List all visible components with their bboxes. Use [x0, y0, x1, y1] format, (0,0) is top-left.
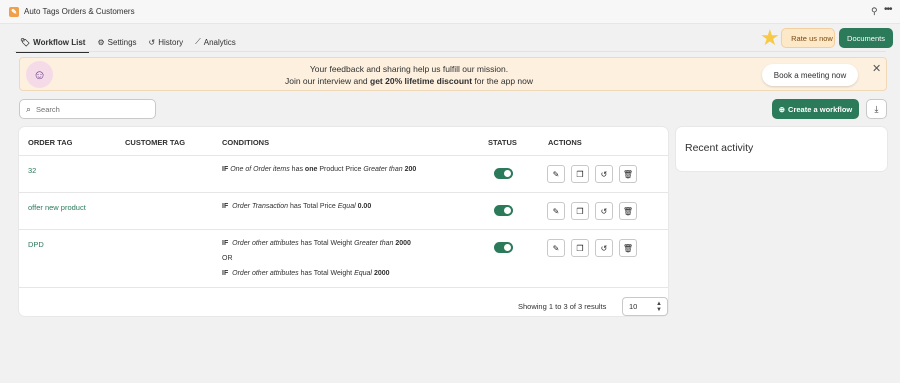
history-button[interactable]: ↺ — [595, 165, 613, 183]
header-conditions: CONDITIONS — [222, 138, 270, 147]
duplicate-button[interactable]: ❐ — [571, 165, 589, 183]
order-tag[interactable]: DPD — [28, 240, 44, 249]
status-toggle[interactable] — [494, 242, 513, 253]
duplicate-icon: ❐ — [576, 243, 584, 253]
star-icon: ★ — [760, 25, 780, 50]
documents-button[interactable]: Documents — [839, 28, 893, 48]
pagination-summary: Showing 1 to 3 of 3 results — [518, 302, 607, 311]
divider — [19, 155, 668, 156]
gear-icon: ⚙ — [97, 37, 105, 47]
history-icon: ↺ — [600, 206, 608, 216]
order-tag[interactable]: 32 — [28, 166, 36, 175]
more-dots-icon[interactable]: ••• — [884, 4, 892, 15]
divider — [19, 229, 668, 230]
download-button[interactable]: ⤓ — [866, 99, 887, 119]
divider — [19, 192, 668, 193]
page-size-value: 10 — [629, 302, 638, 311]
edit-button[interactable]: ✎ — [547, 239, 565, 257]
recent-activity-card: Recent activity — [676, 127, 887, 171]
pin-icon[interactable]: ⚲ — [871, 6, 878, 17]
edit-icon: ✎ — [552, 169, 560, 179]
edit-button[interactable]: ✎ — [547, 165, 565, 183]
banner-offer: Join our interview and get 20% lifetime … — [284, 76, 534, 86]
tab-settings[interactable]: ⚙ Settings — [91, 32, 142, 52]
tabs-divider — [14, 51, 886, 52]
delete-button[interactable]: 🗑 — [619, 165, 637, 183]
chevron-updown-icon: ▲ ▼ — [656, 301, 662, 313]
condition-text: IF One of Order items has one Product Pr… — [222, 166, 417, 173]
condition-text: IF Order other attributes has Total Weig… — [222, 240, 411, 247]
duplicate-button[interactable]: ❐ — [571, 202, 589, 220]
discount-text: get 20% lifetime discount — [370, 76, 473, 86]
delete-button[interactable]: 🗑 — [619, 239, 637, 257]
search-icon: ⌕ — [26, 103, 32, 114]
tab-history[interactable]: ↺ History — [143, 32, 190, 52]
history-icon: ↺ — [148, 37, 156, 47]
condition-text: IF Order Transaction has Total Price Equ… — [222, 203, 372, 210]
edit-icon: ✎ — [552, 206, 560, 216]
header-customer-tag: CUSTOMER TAG — [125, 138, 186, 147]
workflow-table: ORDER TAG CUSTOMER TAG CONDITIONS STATUS… — [19, 127, 668, 316]
chart-icon: ⟋ — [195, 37, 201, 46]
tag-icon: 🏷 — [20, 37, 31, 47]
rate-us-button[interactable]: Rate us now — [781, 28, 835, 48]
history-button[interactable]: ↺ — [595, 202, 613, 220]
header-actions: ACTIONS — [548, 138, 582, 147]
duplicate-icon: ❐ — [576, 169, 584, 179]
header-order-tag: ORDER TAG — [28, 138, 73, 147]
condition-joiner: OR — [222, 255, 233, 262]
history-icon: ↺ — [600, 169, 608, 179]
create-workflow-button[interactable]: ⊕ Create a workflow — [772, 99, 859, 119]
delete-button[interactable]: 🗑 — [619, 202, 637, 220]
book-meeting-button[interactable]: Book a meeting now — [762, 64, 858, 86]
divider — [19, 287, 668, 288]
condition-text: IF Order other attributes has Total Weig… — [222, 270, 390, 277]
duplicate-icon: ❐ — [576, 206, 584, 216]
app-title: Auto Tags Orders & Customers — [24, 7, 135, 16]
title-bar: ✎ Auto Tags Orders & Customers ⚲ ••• — [0, 0, 900, 24]
header-status: STATUS — [488, 138, 517, 147]
tab-label: Workflow List — [33, 37, 86, 47]
tab-label: Analytics — [203, 37, 236, 47]
tab-label: History — [158, 37, 184, 47]
nav-tabs: 🏷 Workflow List ⚙ Settings ↺ History ⟋ A… — [14, 32, 242, 53]
tab-analytics[interactable]: ⟋ Analytics — [189, 32, 242, 52]
recent-activity-title: Recent activity — [685, 142, 754, 154]
search-input[interactable] — [36, 104, 137, 114]
download-icon: ⤓ — [874, 103, 879, 114]
tab-workflow-list[interactable]: 🏷 Workflow List — [14, 32, 91, 53]
feedback-banner: ☺ Your feedback and sharing help us fulf… — [19, 57, 887, 91]
search-field[interactable]: ⌕ — [19, 99, 156, 119]
app-logo-icon: ✎ — [9, 7, 19, 17]
delete-icon: 🗑 — [622, 206, 634, 216]
status-toggle[interactable] — [494, 205, 513, 216]
history-button[interactable]: ↺ — [595, 239, 613, 257]
create-workflow-label: Create a workflow — [788, 104, 853, 114]
banner-message: Your feedback and sharing help us fulfil… — [309, 64, 509, 74]
status-toggle[interactable] — [494, 168, 513, 179]
plus-circle-icon: ⊕ — [778, 104, 786, 114]
close-icon[interactable]: ✕ — [872, 62, 881, 75]
tab-label: Settings — [107, 37, 137, 47]
page-size-select[interactable]: 10 ▲ ▼ — [622, 297, 668, 316]
history-icon: ↺ — [600, 243, 608, 253]
delete-icon: 🗑 — [622, 243, 634, 253]
delete-icon: 🗑 — [622, 169, 634, 179]
order-tag[interactable]: offer new product — [28, 203, 86, 212]
edit-button[interactable]: ✎ — [547, 202, 565, 220]
duplicate-button[interactable]: ❐ — [571, 239, 589, 257]
edit-icon: ✎ — [552, 243, 560, 253]
